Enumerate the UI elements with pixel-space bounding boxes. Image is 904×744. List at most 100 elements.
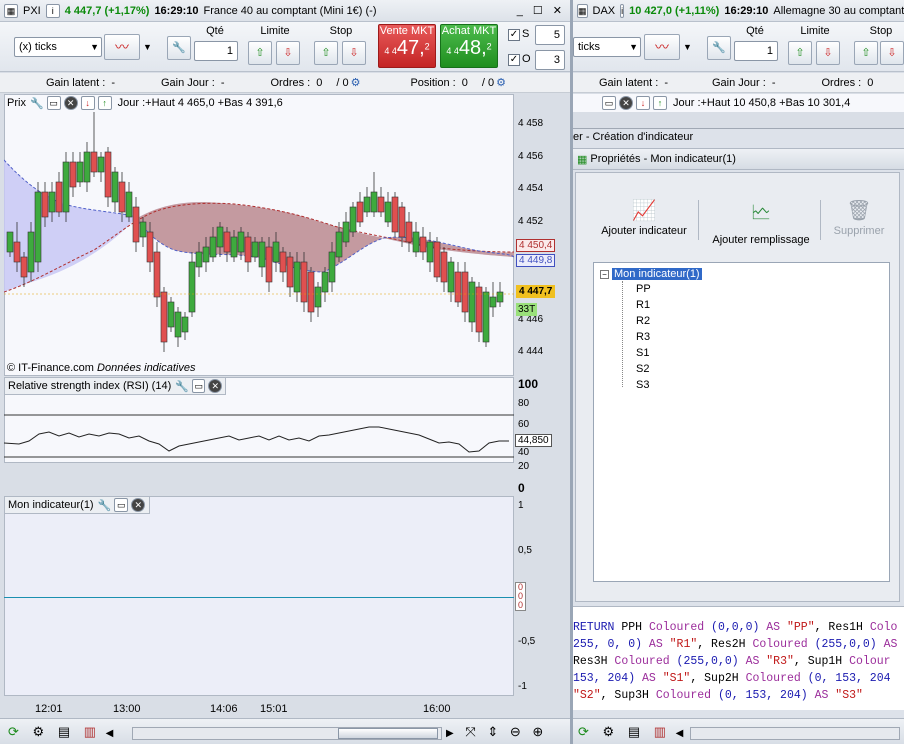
o-field[interactable]: 3 xyxy=(535,50,565,70)
close-icon[interactable]: ✕ xyxy=(553,4,562,17)
zoom-out-icon[interactable]: ⊖ xyxy=(510,724,521,739)
interval-select[interactable]: (x) ticks ▼ xyxy=(14,37,102,57)
candle-body xyxy=(41,191,49,218)
right-qty-field[interactable]: 1 xyxy=(734,41,778,61)
chart-style-button[interactable]: 〰 xyxy=(104,34,140,60)
tree-root[interactable]: Mon indicateur(1) xyxy=(612,268,702,280)
tree-item-s1[interactable]: S1 xyxy=(636,347,649,359)
left-symbol: PXI xyxy=(23,4,41,17)
tree-item-s3[interactable]: S3 xyxy=(636,379,649,391)
minimize-icon[interactable]: _ xyxy=(517,5,523,17)
arrow-down-icon[interactable]: ↓ xyxy=(636,96,650,110)
stop-buy-button[interactable]: ⇧ xyxy=(314,41,338,65)
right-chart-style-button[interactable]: 〰 xyxy=(644,34,680,60)
horizontal-scrollbar[interactable] xyxy=(132,727,442,740)
right-limit-buy-button[interactable]: ⇧ xyxy=(788,41,812,65)
maximize-icon[interactable]: ☐ xyxy=(533,4,543,17)
candle-body xyxy=(335,231,343,258)
code-token: , Res1H xyxy=(814,621,870,634)
close-circle-icon[interactable]: ✕ xyxy=(63,96,78,110)
achat-label: Achat MKT xyxy=(441,25,497,37)
code-editor[interactable]: RETURN PPH Coloured (0,0,0) AS "PP", Res… xyxy=(573,606,904,710)
price-chart-svg xyxy=(4,112,514,352)
tools-icon[interactable]: ⚙ xyxy=(33,724,45,739)
scrollbar-thumb[interactable] xyxy=(338,728,438,739)
code-token: PPH xyxy=(614,621,649,634)
code-token: Coloured xyxy=(648,621,705,634)
right-infobar: Gain latent : - Gain Jour : - Ordres : 0 xyxy=(573,73,904,93)
right-limit-sell-button[interactable]: ⇩ xyxy=(816,41,840,65)
stop-sell-button[interactable]: ⇩ xyxy=(342,41,366,65)
right-stop-buy-button[interactable]: ⇧ xyxy=(854,41,878,65)
candle-body xyxy=(363,196,371,213)
tree-item-r2[interactable]: R2 xyxy=(636,315,650,327)
position-settings-icon[interactable]: ⚙ xyxy=(496,76,506,89)
arrow-up-icon[interactable]: ↑ xyxy=(97,96,112,110)
info-icon[interactable]: i xyxy=(620,3,625,18)
candle-body xyxy=(496,291,504,303)
limit-buy-button[interactable]: ⇧ xyxy=(248,41,272,65)
code-line: "S2", Sup3H Coloured (0, 153, 204) AS "S… xyxy=(573,687,904,704)
window-icon[interactable]: ▭ xyxy=(46,96,61,110)
candle-body xyxy=(391,196,399,233)
window-icon[interactable]: ▭ xyxy=(191,379,206,393)
indicator-chart-area[interactable] xyxy=(4,496,514,696)
tree-collapse-icon[interactable]: − xyxy=(600,269,609,279)
toolbar-divider-2 xyxy=(820,200,821,240)
delete-label: Supprimer xyxy=(833,225,885,237)
refresh-icon[interactable]: ⟳ xyxy=(8,724,19,739)
right-interval-select[interactable]: ticks ▼ xyxy=(573,37,641,57)
wrench-icon[interactable]: 🔧 xyxy=(175,380,189,393)
ind-ylabel-1: 1 xyxy=(518,500,524,511)
tools-icon[interactable]: ⚙ xyxy=(603,724,615,739)
window-icon[interactable]: ▭ xyxy=(602,96,616,110)
table-icon[interactable]: ▤ xyxy=(628,724,640,739)
add-indicator-button[interactable]: 📈 Ajouter indicateur xyxy=(596,198,692,248)
vente-mkt-button[interactable]: Vente MKT 4 447,2 xyxy=(378,24,436,68)
arrow-down-icon[interactable]: ↓ xyxy=(80,96,95,110)
right-chart-style-dropdown-icon[interactable]: ▼ xyxy=(683,42,692,52)
wrench-icon[interactable]: 🔧 xyxy=(98,499,112,512)
tree-item-s2[interactable]: S2 xyxy=(636,363,649,375)
refresh-icon[interactable]: ⟳ xyxy=(578,724,589,739)
code-token: (255,0,0) xyxy=(807,638,884,651)
delete-button[interactable]: 🗑 Supprimer xyxy=(828,198,890,248)
wrench-button[interactable]: 🔧 xyxy=(167,36,191,60)
qty-label: Qté xyxy=(206,25,224,37)
info-icon[interactable]: i xyxy=(45,3,60,18)
window-icon[interactable]: ▭ xyxy=(114,498,129,512)
s-checkbox[interactable]: ✓ xyxy=(508,29,520,41)
autoscale-icon[interactable]: ⇕ xyxy=(487,724,498,739)
cursor-tool-icon[interactable]: ⤧ xyxy=(465,724,475,739)
layout-icon[interactable]: ▥ xyxy=(84,724,96,739)
qty-field[interactable]: 1 xyxy=(194,41,238,61)
candle-body xyxy=(398,206,406,238)
chart-style-dropdown-icon[interactable]: ▼ xyxy=(143,42,152,52)
arrow-up-icon[interactable]: ↑ xyxy=(653,96,667,110)
close-circle-icon[interactable]: ✕ xyxy=(208,379,222,393)
zoom-in-icon[interactable]: ⊕ xyxy=(532,724,543,739)
close-circle-icon[interactable]: ✕ xyxy=(619,96,633,110)
right-wrench-button[interactable]: 🔧 xyxy=(707,36,731,60)
scroll-right-icon[interactable]: ▶ xyxy=(446,728,454,739)
right-stop-sell-button[interactable]: ⇩ xyxy=(880,41,904,65)
layout-icon[interactable]: ▥ xyxy=(654,724,666,739)
limit-sell-button[interactable]: ⇩ xyxy=(276,41,300,65)
code-token: 255, 0, 0) xyxy=(573,638,649,651)
scroll-left-icon[interactable]: ◀ xyxy=(106,728,114,739)
s-field[interactable]: 5 xyxy=(535,25,565,45)
tree-item-pp[interactable]: PP xyxy=(636,283,651,295)
orders-settings-icon[interactable]: ⚙ xyxy=(351,76,361,89)
right-horizontal-scrollbar[interactable] xyxy=(690,727,900,740)
achat-mkt-button[interactable]: Achat MKT 4 448,2 xyxy=(440,24,498,68)
tree-item-r3[interactable]: R3 xyxy=(636,331,650,343)
bottom-tools: ⟳ ⚙ ▤ ▥ ◀ xyxy=(8,724,113,740)
x-label-1501: 15:01 xyxy=(260,703,288,715)
scroll-left-icon[interactable]: ◀ xyxy=(676,728,684,739)
tree-item-r1[interactable]: R1 xyxy=(636,299,650,311)
table-icon[interactable]: ▤ xyxy=(58,724,70,739)
o-checkbox[interactable]: ✓ xyxy=(508,54,520,66)
close-circle-icon[interactable]: ✕ xyxy=(131,498,146,512)
wrench-icon[interactable]: 🔧 xyxy=(30,97,44,110)
add-fill-button[interactable]: 🗠 Ajouter remplissage xyxy=(708,198,814,248)
